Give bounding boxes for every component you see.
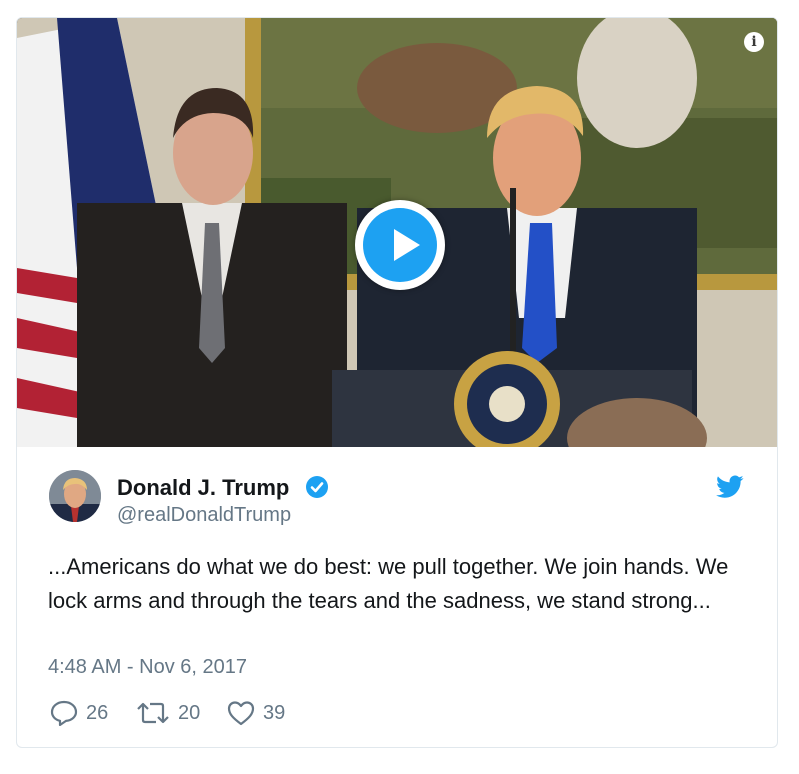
avatar-image bbox=[49, 470, 101, 522]
retweet-icon bbox=[137, 702, 169, 724]
video-thumbnail[interactable]: i bbox=[17, 18, 777, 447]
tweet-text: ...Americans do what we do best: we pull… bbox=[48, 554, 729, 613]
heart-icon bbox=[227, 701, 255, 726]
tweet-timestamp[interactable]: 4:48 AM - Nov 6, 2017 bbox=[48, 656, 247, 679]
like-count: 39 bbox=[263, 701, 286, 724]
reply-button[interactable]: 26 bbox=[50, 700, 108, 726]
avatar[interactable] bbox=[49, 470, 101, 522]
tweet-card[interactable]: i Donald J. Trump @realDonaldTrump ...Am… bbox=[16, 17, 778, 748]
author-handle[interactable]: @realDonaldTrump bbox=[117, 504, 291, 527]
info-icon[interactable]: i bbox=[744, 32, 764, 52]
play-icon bbox=[363, 208, 437, 282]
verified-badge-icon bbox=[306, 476, 328, 498]
author-name[interactable]: Donald J. Trump bbox=[117, 475, 289, 501]
retweet-button[interactable]: 20 bbox=[136, 700, 200, 726]
play-button[interactable] bbox=[355, 200, 445, 290]
twitter-bird-icon[interactable] bbox=[716, 475, 744, 499]
like-button[interactable]: 39 bbox=[227, 700, 285, 726]
retweet-count: 20 bbox=[178, 701, 201, 724]
reply-count: 26 bbox=[86, 701, 109, 724]
reply-icon bbox=[50, 700, 78, 726]
